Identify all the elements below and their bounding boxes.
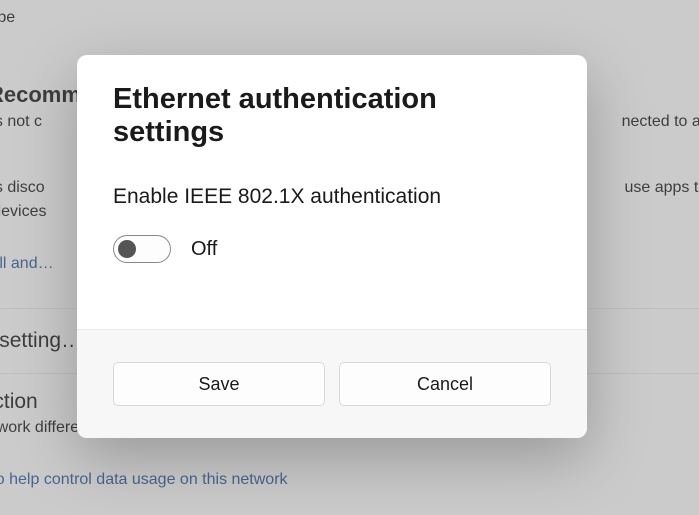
save-button[interactable]: Save — [113, 362, 325, 406]
enable-8021x-toggle[interactable] — [113, 235, 171, 263]
cancel-button[interactable]: Cancel — [339, 362, 551, 406]
ethernet-auth-dialog: Ethernet authentication settings Enable … — [77, 55, 587, 438]
toggle-state-text: Off — [191, 238, 217, 261]
dialog-footer: Save Cancel — [77, 329, 587, 438]
enable-8021x-label: Enable IEEE 802.1X authentication — [113, 185, 551, 209]
dialog-title: Ethernet authentication settings — [113, 83, 551, 149]
toggle-thumb — [118, 240, 136, 258]
